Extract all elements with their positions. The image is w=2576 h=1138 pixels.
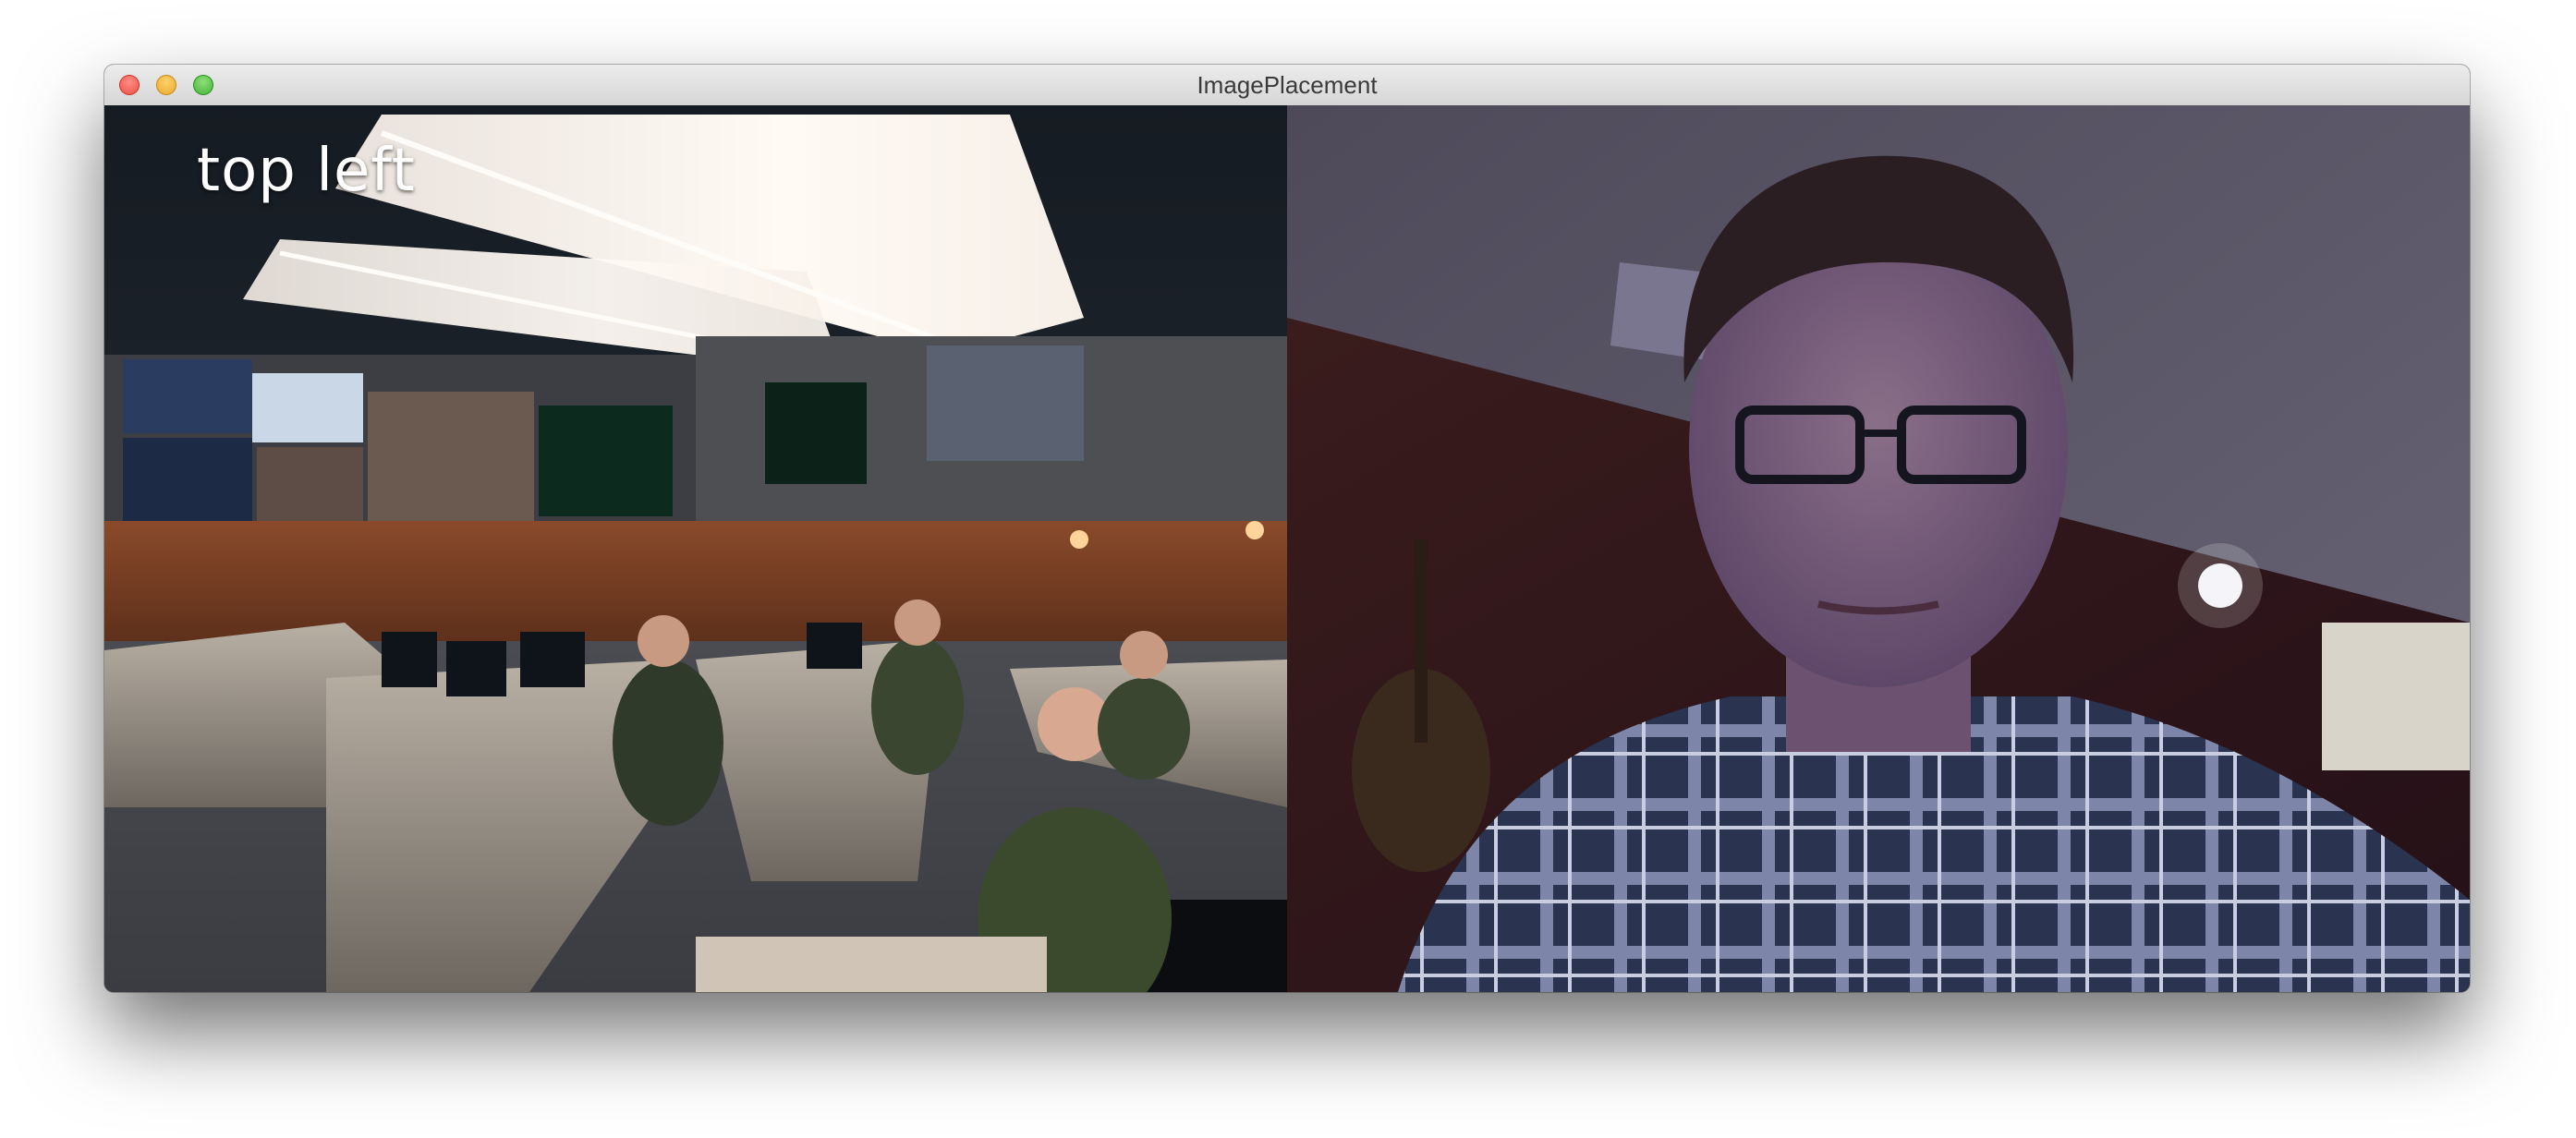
top-left-label: top left — [197, 137, 416, 205]
webcam-illustration — [1287, 105, 2470, 992]
title-bar[interactable]: ImagePlacement — [104, 65, 2470, 106]
webcam-image — [1287, 105, 2470, 992]
control-room-image: top left — [104, 105, 1287, 992]
window-title: ImagePlacement — [1197, 71, 1378, 99]
image-canvas: top left — [104, 105, 2470, 992]
app-window: ImagePlacement top left — [104, 65, 2470, 992]
control-room-illustration — [104, 105, 1287, 992]
